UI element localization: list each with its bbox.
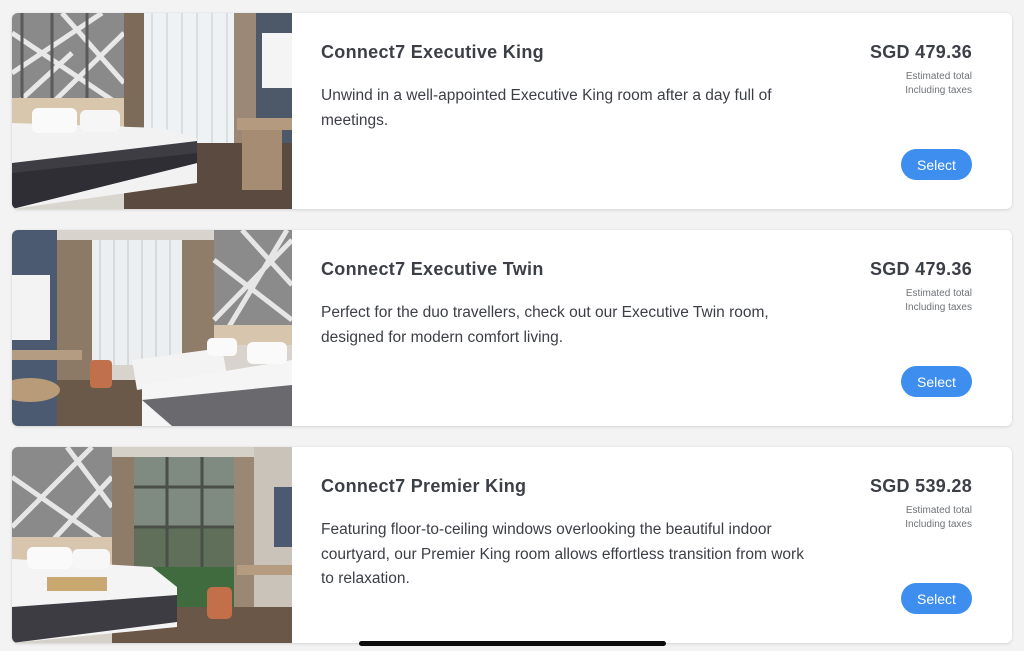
price-note: Estimated total Including taxes (905, 70, 972, 98)
room-card: Connect7 Executive Twin Perfect for the … (12, 230, 1012, 426)
select-button[interactable]: Select (901, 366, 972, 397)
room-description: Unwind in a well-appointed Executive Kin… (321, 87, 772, 129)
room-list: Connect7 Executive King Unwind in a well… (0, 0, 1024, 651)
room-photo-image (12, 13, 292, 209)
room-photo-image (12, 447, 292, 643)
room-price: SGD 479.36 (869, 42, 972, 62)
room-photo[interactable] (12, 13, 292, 209)
price-note-estimated: Estimated total (905, 288, 972, 299)
room-name: Connect7 Premier King (321, 476, 527, 496)
room-photo[interactable] (12, 230, 292, 426)
room-photo[interactable] (12, 447, 292, 643)
select-button[interactable]: Select (901, 583, 972, 614)
room-name: Connect7 Executive Twin (321, 259, 544, 279)
room-price: SGD 479.36 (869, 259, 972, 279)
room-card: Connect7 Premier King Featuring floor-to… (12, 447, 1012, 643)
home-indicator[interactable] (359, 641, 666, 646)
room-description: Perfect for the duo travellers, check ou… (321, 304, 769, 346)
room-description: Featuring floor-to-ceiling windows overl… (321, 521, 804, 587)
price-note-taxes: Including taxes (905, 302, 972, 313)
room-name: Connect7 Executive King (321, 42, 544, 62)
room-price: SGD 539.28 (869, 476, 972, 496)
price-note-estimated: Estimated total (905, 71, 972, 82)
room-photo-image (12, 230, 292, 426)
price-note-estimated: Estimated total (905, 505, 972, 516)
room-card: Connect7 Executive King Unwind in a well… (12, 13, 1012, 209)
price-note: Estimated total Including taxes (905, 504, 972, 532)
price-note-taxes: Including taxes (905, 519, 972, 530)
select-button[interactable]: Select (901, 149, 972, 180)
price-note: Estimated total Including taxes (905, 287, 972, 315)
price-note-taxes: Including taxes (905, 85, 972, 96)
